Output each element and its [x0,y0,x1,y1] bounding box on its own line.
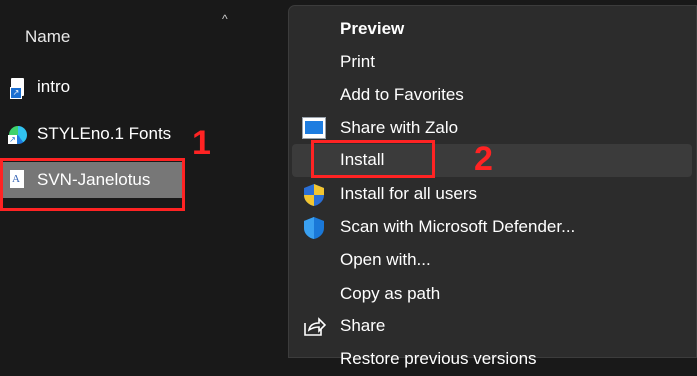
menu-item-label: Share [340,316,386,335]
defender-shield-icon [302,216,326,239]
file-name: intro [37,77,71,96]
menu-item-label: Preview [340,19,405,38]
menu-item-scan-with-defender[interactable]: Scan with Microsoft Defender... [292,211,692,244]
file-name: STYLEno.1 Fonts [37,124,172,143]
sort-ascending-icon[interactable]: ^ [222,12,228,26]
menu-item-open-with[interactable]: Open with... [292,244,692,277]
menu-item-label: Copy as path [340,284,441,303]
shortcut-file-icon: ↗ [8,78,28,99]
name-column-header[interactable]: Name [25,27,70,47]
annotation-box-file [0,158,185,211]
menu-item-share[interactable]: Share [292,310,692,343]
file-row-styleno1-fonts[interactable]: ↗ STYLEno.1 Fonts [0,115,290,153]
share-icon [302,315,326,337]
annotation-step-1: 1 [192,124,211,162]
menu-item-copy-as-path[interactable]: Copy as path [292,278,692,311]
uac-shield-icon [302,183,326,206]
menu-item-label: Scan with Microsoft Defender... [340,217,576,236]
zalo-icon [302,117,326,139]
menu-item-label: Share with Zalo [340,118,459,137]
menu-item-install-for-all-users[interactable]: Install for all users [292,178,692,211]
menu-item-label: Install for all users [340,184,477,203]
menu-item-restore-previous-versions[interactable]: Restore previous versions [292,343,692,376]
context-menu: Preview Print Add to Favorites Share wit… [288,5,697,368]
annotation-box-install [311,140,435,178]
file-row-intro[interactable]: ↗ intro [0,68,290,106]
menu-item-label: Add to Favorites [340,85,464,104]
menu-item-label: Print [340,52,375,71]
menu-item-label: Restore previous versions [340,349,537,368]
menu-item-add-to-favorites[interactable]: Add to Favorites [292,79,692,112]
menu-item-label: Open with... [340,250,431,269]
edge-shortcut-icon: ↗ [8,125,28,145]
menu-item-print[interactable]: Print [292,46,692,79]
annotation-step-2: 2 [474,140,493,178]
menu-item-preview[interactable]: Preview [292,13,692,46]
